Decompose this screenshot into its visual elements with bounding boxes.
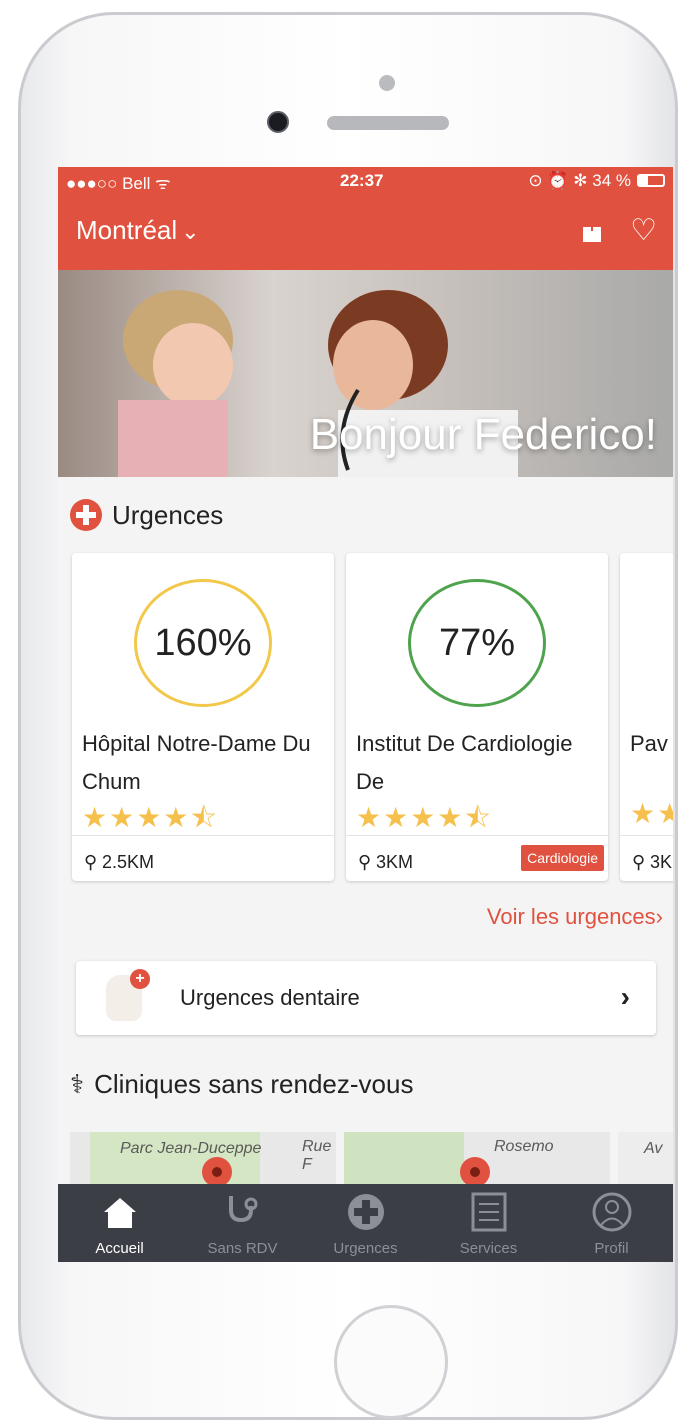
stethoscope-icon — [229, 1196, 258, 1223]
location-pin-icon: ⚲ — [358, 852, 372, 872]
proximity-sensor — [379, 75, 395, 91]
specialty-tag: Cardiologie — [521, 845, 604, 871]
tab-label: Sans RDV — [207, 1240, 278, 1257]
distance-label: 3KM — [376, 852, 414, 872]
tab-label: Profil — [594, 1240, 629, 1257]
dental-label: Urgences dentaire — [180, 985, 360, 1010]
carrier-signal: ●●●○○ Bell ᯤ — [66, 174, 171, 193]
hospital-name: Institut De Cardiologie De — [356, 731, 573, 794]
map-label: Rue F — [302, 1138, 332, 1173]
front-camera — [267, 111, 289, 133]
hospital-card-partial[interactable]: Pav Mai ★★ ⚲ 3K — [620, 553, 673, 881]
hospital-card[interactable]: 77% Institut De Cardiologie De ★★★★⯪ ⚲ 3… — [346, 553, 608, 881]
status-indicators: ⊙ ⏰ ✻ 34 % — [528, 171, 631, 190]
tab-urgences[interactable]: Urgences — [304, 1184, 427, 1262]
map-park-area — [344, 1132, 464, 1187]
tab-profil[interactable]: Profil — [550, 1184, 673, 1262]
chevron-right-icon: › — [655, 904, 663, 929]
cliniques-title: Cliniques sans rendez-vous — [94, 1069, 414, 1099]
share-icon[interactable] — [581, 217, 603, 243]
status-bar: ●●●○○ Bell ᯤ 22:37 ⊙ ⏰ ✻ 34 % — [58, 167, 673, 195]
red-cross-icon — [70, 499, 102, 531]
battery-icon — [637, 174, 665, 187]
hospital-name: Hôpital Notre-Dame Du Chum — [82, 731, 311, 794]
chevron-right-icon: › — [620, 981, 630, 1012]
city-label: Montréal — [76, 215, 178, 245]
hero-banner: Bonjour Federico! — [58, 270, 673, 477]
tab-services[interactable]: Services — [427, 1184, 550, 1262]
user-icon — [592, 1192, 632, 1232]
distance-label: 3K — [650, 852, 673, 872]
cliniques-section-header: ⚕ Cliniques sans rendez-vous — [70, 1069, 413, 1100]
location-pin-icon: ⚲ — [84, 852, 98, 872]
hospital-card[interactable]: 160% Hôpital Notre-Dame Du Chum ★★★★⯪ ⚲ … — [72, 553, 334, 881]
tab-accueil[interactable]: Accueil — [58, 1184, 181, 1262]
home-button[interactable] — [334, 1305, 448, 1419]
map-pin-icon — [460, 1157, 490, 1187]
plus-badge-icon: + — [130, 969, 150, 989]
card-footer: ⚲ 3KM Cardiologie — [346, 835, 608, 881]
bottom-tab-bar: Accueil Sans RDV Urgences Services Profi… — [58, 1184, 673, 1262]
occupancy-gauge: 77% — [408, 579, 546, 707]
hospital-name: Pav Mai — [630, 731, 673, 756]
tab-label: Services — [459, 1240, 518, 1257]
earpiece-speaker — [327, 116, 449, 130]
plus-circle-icon — [348, 1194, 384, 1230]
map-label: Parc Jean-Duceppe — [120, 1140, 262, 1157]
tab-label: Urgences — [333, 1240, 398, 1257]
dental-emergency-row[interactable]: + Urgences dentaire › — [76, 961, 656, 1035]
map-pin-icon — [202, 1157, 232, 1187]
stethoscope-icon: ⚕ — [70, 1069, 85, 1099]
home-icon — [104, 1198, 136, 1228]
map-label: Rosemo — [494, 1138, 554, 1155]
top-navbar: Montréal ⌄ ♡ — [58, 195, 673, 270]
app-screen: ●●●○○ Bell ᯤ 22:37 ⊙ ⏰ ✻ 34 % Montréal ⌄ … — [58, 167, 673, 1262]
list-icon — [471, 1192, 507, 1232]
urgences-section-header: Urgences — [70, 497, 223, 533]
tab-label: Accueil — [95, 1240, 144, 1257]
location-pin-icon: ⚲ — [632, 852, 646, 872]
voir-urgences-link[interactable]: Voir les urgences› — [487, 904, 663, 930]
favorite-heart-icon[interactable]: ♡ — [630, 213, 657, 248]
greeting-text: Bonjour Federico! — [309, 410, 657, 459]
distance-label: 2.5KM — [102, 852, 155, 872]
card-footer: ⚲ 3K — [620, 835, 673, 881]
tab-sans-rdv[interactable]: Sans RDV — [181, 1184, 304, 1262]
city-selector[interactable]: Montréal ⌄ — [76, 215, 200, 246]
rating-stars-icon: ★★ — [630, 798, 673, 829]
urgences-title: Urgences — [112, 499, 224, 530]
card-footer: ⚲ 2.5KM — [72, 835, 334, 881]
chevron-down-icon: ⌄ — [181, 219, 200, 244]
map-label: Av — [644, 1140, 663, 1157]
status-time: 22:37 — [340, 171, 384, 190]
voir-urgences-label: Voir les urgences — [486, 904, 656, 929]
occupancy-gauge: 160% — [134, 579, 272, 707]
